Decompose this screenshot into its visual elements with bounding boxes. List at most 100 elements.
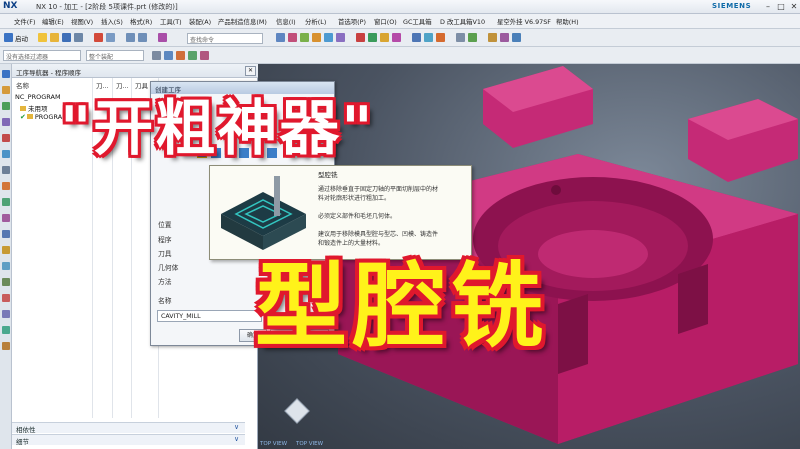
- window-title: NX 10 - 加工 - [2阶段 5项课件.prt (修改的)]: [36, 3, 178, 11]
- nav-system-icon[interactable]: [2, 230, 10, 238]
- nav-reuse-icon[interactable]: [2, 198, 10, 206]
- menu-d-toolkit[interactable]: D 改工具箱V10: [440, 17, 485, 26]
- undo-icon[interactable]: [126, 33, 135, 42]
- nav-tool-icon[interactable]: [2, 70, 10, 78]
- menu-gc-toolkit[interactable]: GC工具箱: [403, 17, 432, 26]
- menu-preferences[interactable]: 首选项(P): [338, 17, 366, 26]
- menu-assembly[interactable]: 装配(A): [189, 17, 211, 26]
- rotate-icon[interactable]: [336, 33, 345, 42]
- nav-web-icon[interactable]: [2, 182, 10, 190]
- accordion-label: 细节: [16, 438, 29, 446]
- accordion-details[interactable]: 细节 ∨: [12, 434, 245, 446]
- minimize-button[interactable]: –: [763, 2, 773, 11]
- maximize-button[interactable]: □: [776, 2, 786, 11]
- save-icon[interactable]: [62, 33, 71, 42]
- verify-icon[interactable]: [424, 33, 433, 42]
- nav-machine-icon[interactable]: [2, 118, 10, 126]
- accordion-label: 相依性: [16, 426, 36, 434]
- program-field-label: 程序: [158, 236, 172, 244]
- new-icon[interactable]: [38, 33, 47, 42]
- menu-info[interactable]: 信息(I): [276, 17, 296, 26]
- tree-node-label: NC_PROGRAM: [15, 93, 61, 101]
- tooltip-line: 料对轮廓形状进行粗加工。: [318, 195, 391, 202]
- nav-help-icon[interactable]: [2, 262, 10, 270]
- menu-bar: 文件(F) 编辑(E) 视图(V) 插入(S) 格式(R) 工具(T) 装配(A…: [0, 14, 800, 29]
- nav-roles-icon[interactable]: [2, 166, 10, 174]
- generate-icon[interactable]: [412, 33, 421, 42]
- main-toolbar: 启动 查找命令: [0, 29, 800, 47]
- nav-extra2-icon[interactable]: [2, 294, 10, 302]
- menu-edit[interactable]: 编辑(E): [42, 17, 64, 26]
- tool-field-label: 刀具: [158, 250, 172, 258]
- nav-extra5-icon[interactable]: [2, 342, 10, 350]
- display-icon[interactable]: [512, 33, 521, 42]
- tree-node-unused[interactable]: 未用项: [20, 103, 48, 113]
- create-program-icon[interactable]: [356, 33, 365, 42]
- menu-insert[interactable]: 插入(S): [101, 17, 123, 26]
- navigator-pin-icon[interactable]: ✕: [245, 66, 256, 76]
- nav-method-icon[interactable]: [2, 150, 10, 158]
- nav-extra3-icon[interactable]: [2, 310, 10, 318]
- snap-icon[interactable]: [152, 51, 161, 60]
- cut-icon[interactable]: [94, 33, 103, 42]
- menu-help[interactable]: 帮助(H): [556, 17, 579, 26]
- menu-format[interactable]: 格式(R): [130, 17, 152, 26]
- post-icon[interactable]: [436, 33, 445, 42]
- operation-name-input[interactable]: CAVITY_MILL: [157, 310, 262, 322]
- fit-icon[interactable]: [312, 33, 321, 42]
- menu-window[interactable]: 窗口(O): [374, 17, 397, 26]
- caption-title: "开粗神器": [60, 94, 375, 164]
- nav-palette-icon[interactable]: [2, 214, 10, 222]
- resource-bar: [0, 64, 12, 449]
- view-label: TOP VIEW: [296, 441, 324, 447]
- midpoint-icon[interactable]: [188, 51, 197, 60]
- type-filter-select[interactable]: 没有选择过滤器: [3, 50, 81, 61]
- start-button-label[interactable]: 启动: [15, 33, 28, 43]
- nav-extra4-icon[interactable]: [2, 326, 10, 334]
- window-icon[interactable]: [158, 33, 167, 42]
- menu-view[interactable]: 视图(V): [71, 17, 93, 26]
- menu-analysis[interactable]: 分析(L): [305, 17, 326, 26]
- close-button[interactable]: ✕: [789, 2, 799, 11]
- app-logo: NX: [3, 1, 18, 11]
- zoom-icon[interactable]: [324, 33, 333, 42]
- nav-geometry-icon[interactable]: [2, 134, 10, 142]
- column-name[interactable]: 名称: [16, 80, 29, 90]
- start-icon[interactable]: [4, 33, 13, 42]
- orient-icon[interactable]: [276, 33, 285, 42]
- nav-extra-icon[interactable]: [2, 278, 10, 286]
- geometry-field-label: 几何体: [158, 264, 179, 272]
- menu-file[interactable]: 文件(F): [14, 17, 35, 26]
- nc-icon[interactable]: [468, 33, 477, 42]
- create-tool-icon[interactable]: [368, 33, 377, 42]
- create-method-icon[interactable]: [392, 33, 401, 42]
- center-icon[interactable]: [200, 51, 209, 60]
- menu-xingkong[interactable]: 星空外挂 V6.97SF: [497, 17, 551, 26]
- tooltip-line: 通过移除垂直于固定刀轴的平面切削层中的材: [318, 186, 439, 193]
- shop-doc-icon[interactable]: [456, 33, 465, 42]
- accordion-dependencies[interactable]: 相依性 ∨: [12, 422, 245, 434]
- nav-history-icon[interactable]: [2, 86, 10, 94]
- redo-icon[interactable]: [138, 33, 147, 42]
- part-slot: [558, 294, 588, 374]
- point-icon[interactable]: [164, 51, 173, 60]
- chevron-down-icon: ∨: [234, 435, 240, 443]
- tool-path-icon[interactable]: [488, 33, 497, 42]
- command-search-input[interactable]: 查找命令: [187, 33, 263, 44]
- open-icon[interactable]: [50, 33, 59, 42]
- nav-history2-icon[interactable]: [2, 246, 10, 254]
- create-geometry-icon[interactable]: [380, 33, 389, 42]
- endpoint-icon[interactable]: [176, 51, 185, 60]
- print-icon[interactable]: [74, 33, 83, 42]
- nav-parts-icon[interactable]: [2, 102, 10, 110]
- menu-pmi[interactable]: 产品制造信息(M): [218, 17, 267, 26]
- wireframe-icon[interactable]: [300, 33, 309, 42]
- shaded-icon[interactable]: [288, 33, 297, 42]
- brand-label: SIEMENS: [712, 2, 752, 10]
- assembly-scope-select[interactable]: 整个装配: [86, 50, 144, 61]
- copy-icon[interactable]: [106, 33, 115, 42]
- menu-tools[interactable]: 工具(T): [160, 17, 182, 26]
- title-bar: NX NX 10 - 加工 - [2阶段 5项课件.prt (修改的)] SIE…: [0, 0, 800, 14]
- layer-icon[interactable]: [500, 33, 509, 42]
- tree-node-nc-program[interactable]: NC_PROGRAM: [15, 93, 61, 101]
